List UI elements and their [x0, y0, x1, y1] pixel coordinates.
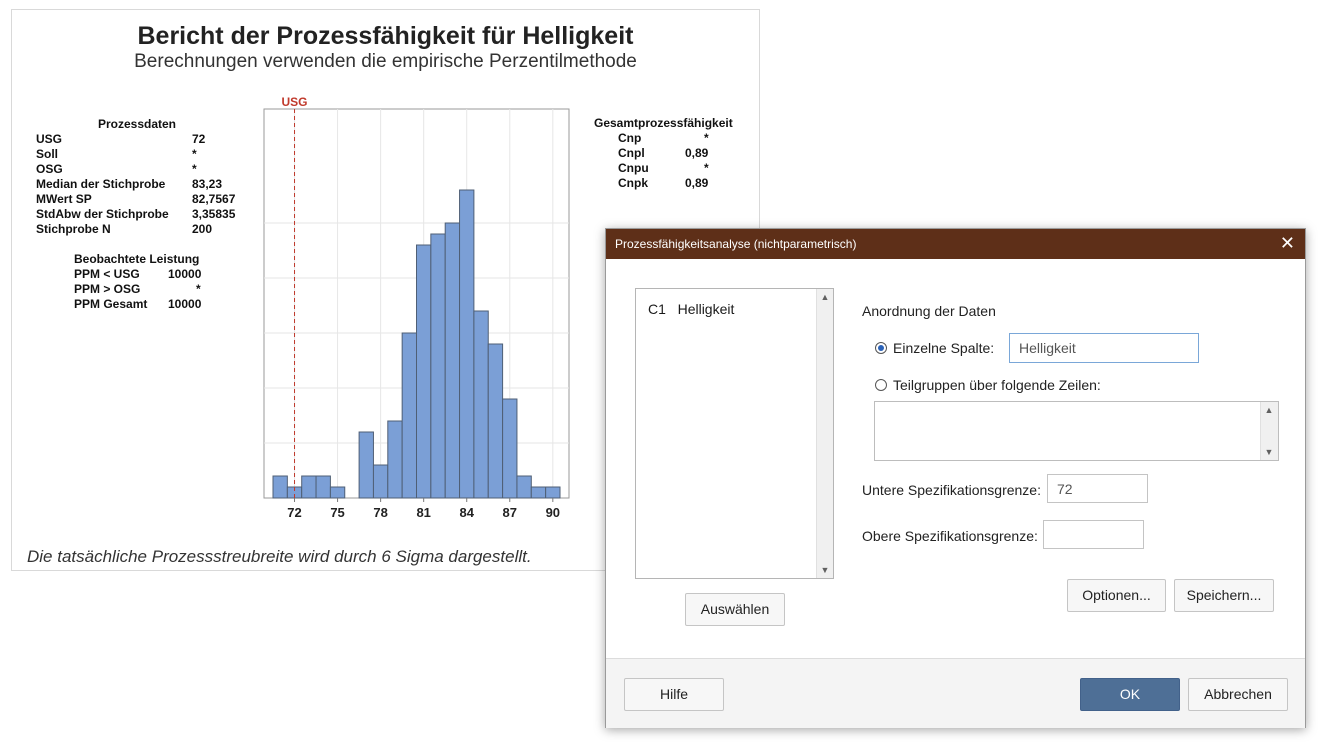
report-subtitle: Berechnungen verwenden die empirische Pe… [134, 51, 637, 72]
histogram-bar [487, 343, 504, 499]
cap-value-cnp: * [704, 131, 709, 145]
histogram-bar [444, 222, 461, 499]
scroll-up-icon[interactable]: ▲ [817, 289, 833, 305]
close-icon[interactable]: ✕ [1280, 233, 1295, 253]
obs-label-upper: PPM > OSG [74, 282, 141, 296]
histogram-bar [401, 332, 417, 499]
obs-value-total: 10000 [168, 297, 202, 311]
cap-label-cnpu: Cnpu [618, 161, 649, 175]
upper-spec-input[interactable] [1043, 520, 1144, 549]
histogram-bar [416, 244, 432, 499]
lower-spec-label: Untere Spezifikationsgrenze: [862, 482, 1041, 498]
pd-value-stdev: 3,35835 [192, 207, 236, 221]
single-column-input[interactable] [1009, 333, 1199, 363]
subgroups-radio[interactable] [875, 379, 887, 391]
ok-button[interactable]: OK [1080, 678, 1180, 711]
cap-value-cnpl: 0,89 [685, 146, 709, 160]
subgroups-scrollbar[interactable]: ▲ ▼ [1260, 402, 1278, 460]
pd-value-usg: 72 [192, 132, 206, 146]
usg-reference-label: USG [282, 95, 308, 109]
subgroups-textarea[interactable]: ▲ ▼ [874, 401, 1279, 461]
histogram-bar [387, 420, 403, 499]
histogram-bar [315, 475, 331, 499]
capability-histogram: USG 72 75 78 81 84 87 90 [263, 95, 570, 520]
cap-label-cnpk: Cnpk [618, 176, 648, 190]
x-tick-label: 90 [546, 505, 560, 520]
cap-label-cnp: Cnp [618, 131, 642, 145]
pd-value-soll: * [192, 147, 197, 161]
subgroups-label[interactable]: Teilgruppen über folgende Zeilen: [893, 377, 1101, 393]
variable-id: C1 [648, 301, 666, 317]
pd-label-n: Stichprobe N [36, 222, 111, 236]
pd-label-soll: Soll [36, 147, 59, 161]
dialog-title: Prozessfähigkeitsanalyse (nichtparametri… [615, 237, 857, 251]
pd-value-osg: * [192, 162, 197, 176]
variable-name: Helligkeit [677, 301, 735, 317]
x-tick-label: 81 [416, 505, 430, 520]
variable-list-scrollbar[interactable]: ▲ ▼ [816, 289, 833, 578]
list-item[interactable]: C1 Helligkeit [648, 301, 734, 317]
cap-value-cnpk: 0,89 [685, 176, 709, 190]
select-button[interactable]: Auswählen [685, 593, 785, 626]
pd-label-mean: MWert SP [36, 192, 92, 206]
data-arrangement-label: Anordnung der Daten [862, 303, 996, 319]
scroll-down-icon[interactable]: ▼ [1261, 444, 1277, 460]
process-data-header: Prozessdaten [97, 117, 177, 131]
scroll-up-icon[interactable]: ▲ [1261, 402, 1277, 418]
histogram-bar [516, 475, 532, 499]
capability-header: Gesamtprozessfähigkeit [594, 116, 733, 130]
help-button[interactable]: Hilfe [624, 678, 724, 711]
obs-label-lower: PPM < USG [74, 267, 140, 281]
histogram-bar [459, 189, 475, 499]
observed-header: Beobachtete Leistung [74, 252, 200, 266]
histogram-bar [372, 464, 389, 499]
observed-performance-block: Beobachtete Leistung PPM < USG 10000 PPM… [74, 252, 234, 312]
cancel-button[interactable]: Abbrechen [1188, 678, 1288, 711]
capability-analysis-dialog: Prozessfähigkeitsanalyse (nichtparametri… [605, 228, 1306, 728]
obs-label-total: PPM Gesamt [74, 297, 148, 311]
variable-list[interactable]: C1 Helligkeit ▲ ▼ [635, 288, 834, 579]
histogram-bar [545, 486, 561, 499]
single-column-radio[interactable] [875, 342, 887, 354]
histogram-bar [301, 475, 317, 499]
histogram-bar [272, 475, 288, 499]
options-button[interactable]: Optionen... [1067, 579, 1166, 612]
pd-value-n: 200 [192, 222, 213, 236]
process-data-block: Prozessdaten USG 72 Soll * OSG * Median … [36, 117, 256, 237]
single-column-label[interactable]: Einzelne Spalte: [893, 340, 994, 356]
histogram-bar [530, 486, 547, 499]
histogram-bar [329, 486, 346, 499]
overall-capability-block: Gesamtprozessfähigkeit Cnp * Cnpl 0,89 C… [594, 116, 744, 196]
histogram-bar [502, 398, 518, 499]
x-tick-label: 72 [287, 505, 301, 520]
upper-spec-label: Obere Spezifikationsgrenze: [862, 528, 1038, 544]
histogram-bar [473, 310, 489, 499]
cap-label-cnpl: Cnpl [618, 146, 645, 160]
dialog-footer: Hilfe OK Abbrechen [606, 658, 1305, 728]
pd-value-median: 83,23 [192, 177, 223, 191]
save-button[interactable]: Speichern... [1174, 579, 1274, 612]
cap-value-cnpu: * [704, 161, 709, 175]
report-title: Bericht der Prozessfähigkeit für Helligk… [137, 22, 634, 50]
x-tick-label: 75 [330, 505, 344, 520]
pd-label-osg: OSG [36, 162, 63, 176]
obs-value-upper: * [196, 282, 201, 296]
pd-value-mean: 82,7567 [192, 192, 236, 206]
lower-spec-input[interactable] [1047, 474, 1148, 503]
pd-label-median: Median der Stichprobe [36, 177, 166, 191]
histogram-bar [430, 233, 446, 499]
report-footnote: Die tatsächliche Prozessstreubreite wird… [27, 547, 532, 566]
x-tick-label: 78 [373, 505, 387, 520]
histogram-bar [358, 431, 374, 499]
pd-label-stdev: StdAbw der Stichprobe [36, 207, 169, 221]
x-tick-label: 84 [459, 505, 474, 520]
pd-label-usg: USG [36, 132, 63, 146]
dialog-titlebar[interactable]: Prozessfähigkeitsanalyse (nichtparametri… [606, 229, 1305, 259]
x-tick-label: 87 [503, 505, 517, 520]
obs-value-lower: 10000 [168, 267, 202, 281]
scroll-down-icon[interactable]: ▼ [817, 562, 833, 578]
